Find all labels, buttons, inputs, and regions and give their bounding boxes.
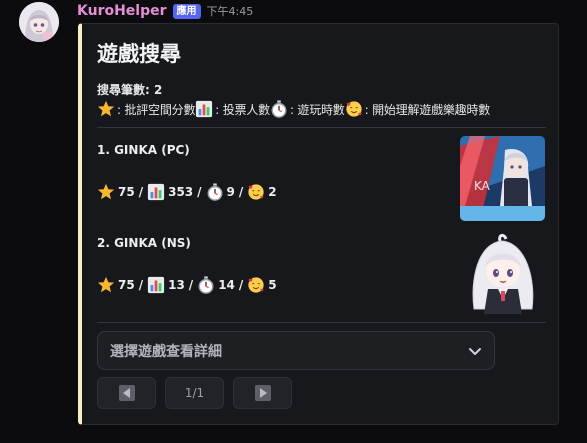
game-stats-2: 75 / 13 / 14 / 5 <box>97 276 277 294</box>
game-fun-hours: 5 <box>268 278 277 292</box>
search-results-embed: 遊戲搜尋 搜尋筆數: 2 : 批評空間分數 : 投票人數 : 遊玩時數 : 開始… <box>78 23 559 425</box>
page-indicator-button: 1/1 <box>165 377 224 409</box>
game-title-2: 2. GINKA (NS) <box>97 236 191 250</box>
legend-votes-label: : 投票人數 <box>215 102 270 117</box>
bot-avatar[interactable] <box>19 2 59 42</box>
stopwatch-icon <box>198 276 214 294</box>
next-page-button[interactable] <box>233 377 292 409</box>
game-votes: 353 <box>168 185 194 199</box>
divider <box>97 127 546 128</box>
svg-text:KA: KA <box>474 179 491 193</box>
game-cover-image: KA <box>460 136 545 221</box>
separator: / <box>138 185 144 199</box>
message-header: KuroHelper 應用 下午4:45 <box>77 1 253 21</box>
game-title-1: 1. GINKA (PC) <box>97 143 190 157</box>
prev-page-button[interactable] <box>97 377 156 409</box>
result-count: 搜尋筆數: 2 <box>97 83 163 97</box>
legend-hours-label: : 遊玩時數 <box>289 102 345 117</box>
username[interactable]: KuroHelper <box>77 3 167 19</box>
game-score: 75 <box>118 278 135 292</box>
app-badge: 應用 <box>172 3 201 19</box>
game-votes: 13 <box>168 278 185 292</box>
game-score: 75 <box>118 185 135 199</box>
game-hours: 14 <box>218 278 235 292</box>
game-thumbnail-2[interactable] <box>460 229 545 314</box>
stopwatch-icon <box>271 100 287 118</box>
legend-score-label: : 批評空間分數 <box>117 102 196 117</box>
separator: / <box>197 185 202 199</box>
timestamp[interactable]: 下午4:45 <box>207 3 254 19</box>
divider <box>97 322 546 323</box>
smiling-hearts-icon <box>248 184 264 200</box>
arrow-right-icon <box>254 385 271 401</box>
separator: / <box>138 278 144 292</box>
select-placeholder: 選擇遊戲查看詳細 <box>110 343 222 360</box>
arrow-left-icon <box>118 385 135 401</box>
anime-girl-avatar-image <box>19 2 59 42</box>
separator: / <box>238 185 244 199</box>
bar-chart-icon <box>147 276 165 294</box>
stats-legend: : 批評空間分數 : 投票人數 : 遊玩時數 : 開始理解遊戲樂趣時數 <box>97 98 490 120</box>
game-fun-hours: 2 <box>268 185 277 199</box>
bar-chart-icon <box>147 183 165 201</box>
game-stats-1: 75 / 353 / 9 / 2 <box>97 183 277 201</box>
star-icon <box>97 183 115 200</box>
smiling-hearts-icon <box>345 101 362 117</box>
embed-title: 遊戲搜尋 <box>97 42 181 66</box>
separator: / <box>188 278 194 292</box>
star-icon <box>97 100 115 117</box>
game-hours: 9 <box>226 185 235 199</box>
separator: / <box>238 278 244 292</box>
chibi-character-image <box>460 229 545 314</box>
star-icon <box>97 276 115 293</box>
smiling-hearts-icon <box>248 277 264 293</box>
legend-fun-hours-label: : 開始理解遊戲樂趣時數 <box>364 102 491 117</box>
game-thumbnail-1[interactable]: KA <box>460 136 545 221</box>
stopwatch-icon <box>207 183 223 201</box>
chevron-down-icon <box>469 348 481 355</box>
page-indicator: 1/1 <box>184 386 205 400</box>
bar-chart-icon <box>196 100 213 118</box>
game-select-dropdown[interactable]: 選擇遊戲查看詳細 <box>97 331 495 370</box>
